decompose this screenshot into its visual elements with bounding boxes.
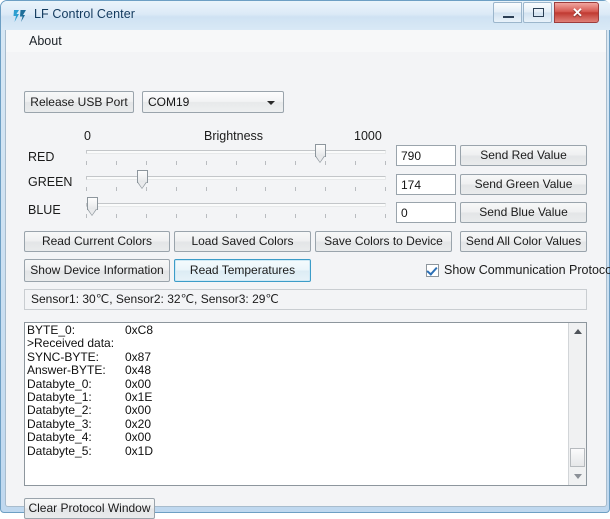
read-current-colors-button[interactable]: Read Current Colors	[24, 231, 170, 252]
value-input-green[interactable]: 174	[396, 174, 456, 195]
log-line: >Received data:	[27, 336, 568, 351]
log-line-key: Databyte_2:	[27, 403, 92, 418]
log-line-value: 0x00	[125, 403, 152, 418]
log-line: SYNC-BYTE: 0x87	[27, 349, 568, 364]
protocol-log-content: BYTE_0: 0xC8 >Received data: SYNC-BYTE: 0x87…	[27, 323, 568, 458]
show-communication-protocol-checkbox[interactable]	[426, 264, 439, 277]
log-line-value: 0x1D	[125, 443, 154, 458]
show-device-information-button[interactable]: Show Device Information	[24, 259, 170, 282]
log-line-key: BYTE_0:	[27, 323, 76, 337]
log-line-key: Databyte_1:	[27, 389, 92, 404]
log-line: Databyte_4: 0x00	[27, 430, 568, 445]
log-line-key: Databyte_5:	[27, 443, 92, 458]
title-bar[interactable]: LF Control Center ✕	[1, 1, 610, 30]
log-line: Databyte_2: 0x00	[27, 403, 568, 418]
scroll-down-arrow-icon	[574, 474, 582, 479]
log-line-value: 0x00	[125, 430, 152, 445]
maximize-icon	[533, 8, 544, 17]
read-temperatures-button[interactable]: Read Temperatures	[174, 259, 311, 282]
window-title: LF Control Center	[34, 7, 136, 21]
log-line: BYTE_0: 0xC8	[27, 323, 568, 337]
log-line-key: >Received data:	[27, 336, 115, 351]
log-line-key: Answer-BYTE:	[27, 363, 106, 378]
release-usb-port-button[interactable]: Release USB Port	[24, 91, 134, 113]
slider-track[interactable]	[86, 203, 386, 207]
temperature-status-text: Sensor1: 30℃, Sensor2: 32℃, Sensor3: 29℃	[31, 292, 279, 306]
log-line: Databyte_1: 0x1E	[27, 389, 568, 404]
log-line: Databyte_3: 0x20	[27, 416, 568, 431]
slider-track[interactable]	[86, 150, 386, 154]
save-colors-to-device-button[interactable]: Save Colors to Device	[315, 231, 452, 252]
minimize-icon	[503, 16, 514, 18]
slider-ticks	[86, 187, 386, 192]
log-line-key: SYNC-BYTE:	[27, 349, 100, 364]
log-line-value: 0x1E	[125, 389, 153, 404]
send-blue-value-button[interactable]: Send Blue Value	[460, 202, 587, 223]
menu-item-about[interactable]: About	[25, 33, 66, 49]
log-line-value: 0x20	[125, 416, 152, 431]
scale-min-label: 0	[84, 129, 91, 143]
log-line-value: 0x00	[125, 376, 152, 391]
log-line-key: Databyte_0:	[27, 376, 92, 391]
channel-label-green: GREEN	[28, 175, 73, 189]
slider-thumb[interactable]	[137, 170, 149, 191]
slider-track[interactable]	[86, 176, 386, 180]
log-line-value: 0xC8	[125, 323, 154, 337]
scrollbar-down-button[interactable]	[569, 468, 586, 485]
send-red-value-button[interactable]: Send Red Value	[460, 145, 587, 166]
slider-ticks	[86, 161, 386, 166]
log-line-value: 0x48	[125, 363, 152, 378]
application-window: LF Control Center ✕ About Release USB Po…	[0, 0, 610, 519]
slider-thumb[interactable]	[87, 197, 98, 218]
scale-max-label: 1000	[354, 129, 382, 143]
com-port-select[interactable]: COM19	[142, 91, 284, 113]
load-saved-colors-button[interactable]: Load Saved Colors	[174, 231, 311, 252]
channel-label-blue: BLUE	[28, 203, 61, 217]
check-icon	[426, 264, 438, 276]
temperature-status-field: Sensor1: 30℃, Sensor2: 32℃, Sensor3: 29℃	[24, 289, 587, 310]
close-button[interactable]: ✕	[554, 2, 599, 23]
send-all-color-values-button[interactable]: Send All Color Values	[460, 231, 587, 252]
chevron-down-icon	[267, 101, 275, 105]
brightness-title-label: Brightness	[204, 129, 264, 143]
slider-red[interactable]	[86, 143, 386, 169]
com-port-value: COM19	[148, 95, 190, 109]
value-input-blue[interactable]: 0	[396, 202, 456, 223]
log-line: Answer-BYTE: 0x48	[27, 363, 568, 378]
slider-ticks	[86, 214, 386, 219]
log-line: Databyte_0: 0x00	[27, 376, 568, 391]
app-icon	[13, 10, 26, 22]
log-line-value: 0x87	[125, 349, 152, 364]
log-line-key: Databyte_4:	[27, 430, 92, 445]
channel-label-red: RED	[28, 150, 55, 164]
slider-blue[interactable]	[86, 196, 386, 222]
protocol-log[interactable]: BYTE_0: 0xC8 >Received data: SYNC-BYTE: 0x87…	[24, 322, 587, 486]
log-line-key: Databyte_3:	[27, 416, 92, 431]
menu-bar: About	[6, 30, 606, 52]
slider-thumb[interactable]	[314, 144, 326, 165]
scroll-up-arrow-icon	[574, 329, 582, 334]
log-line: Databyte_5: 0x1D	[27, 443, 568, 458]
minimize-button[interactable]	[493, 2, 522, 23]
slider-green[interactable]	[86, 169, 386, 195]
protocol-log-scrollbar[interactable]	[568, 323, 586, 485]
send-green-value-button[interactable]: Send Green Value	[460, 174, 587, 195]
close-icon: ✕	[572, 5, 583, 20]
value-input-red[interactable]: 790	[396, 145, 456, 166]
scrollbar-up-button[interactable]	[569, 323, 586, 340]
scrollbar-thumb[interactable]	[570, 448, 585, 467]
maximize-button[interactable]	[523, 2, 552, 23]
show-communication-protocol-label: Show Communication Protocol	[444, 263, 610, 277]
client-area: About Release USB Port COM19 0 Brightnes…	[5, 30, 610, 519]
clear-protocol-window-button[interactable]: Clear Protocol Window	[24, 498, 155, 519]
